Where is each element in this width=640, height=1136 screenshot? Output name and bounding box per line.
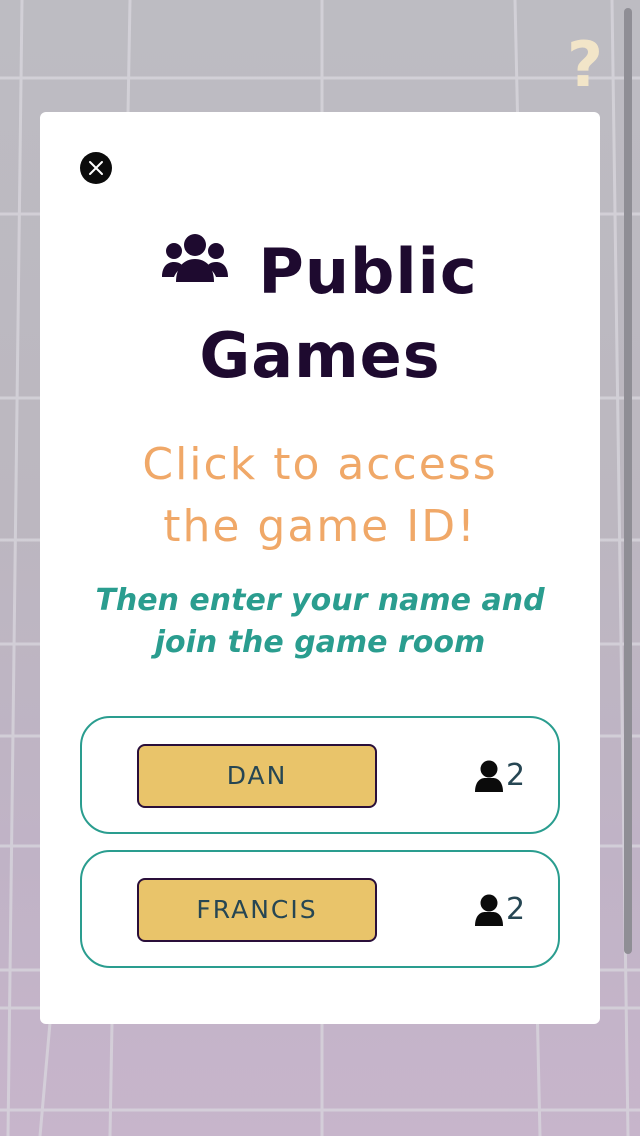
- question-mark-icon: ?: [567, 28, 603, 101]
- instruction-line-1: Then enter your name and: [95, 583, 545, 618]
- player-count-value: 2: [506, 892, 526, 927]
- close-button[interactable]: [80, 152, 112, 184]
- user-icon: [475, 760, 503, 792]
- player-count: 2: [474, 758, 525, 794]
- title-line-2: Games: [199, 319, 441, 392]
- instruction-line-2: join the game room: [154, 625, 486, 660]
- game-list-item: FRANCIS 2: [80, 850, 560, 968]
- modal-instruction: Then enter your name and join the game r…: [40, 580, 600, 664]
- game-button-dan[interactable]: DAN: [137, 744, 377, 808]
- public-games-modal: Public Games Click to access the game ID…: [40, 112, 600, 1024]
- subtitle-line-1: Click to access: [142, 439, 498, 490]
- subtitle-line-2: the game ID!: [163, 501, 477, 552]
- modal-subtitle: Click to access the game ID!: [40, 434, 600, 558]
- game-button-francis[interactable]: FRANCIS: [137, 878, 377, 942]
- player-count-value: 2: [506, 758, 526, 793]
- game-screen: ? Public Games Click to access the game …: [0, 0, 640, 1136]
- modal-title: Public Games: [40, 230, 600, 398]
- title-line-1: Public: [258, 235, 478, 308]
- users-icon: [162, 234, 229, 282]
- game-list-item: DAN 2: [80, 716, 560, 834]
- scrollbar[interactable]: [624, 8, 632, 954]
- user-icon: [475, 894, 503, 926]
- help-button[interactable]: ?: [560, 30, 610, 100]
- player-count: 2: [474, 892, 525, 928]
- close-icon: [89, 161, 103, 175]
